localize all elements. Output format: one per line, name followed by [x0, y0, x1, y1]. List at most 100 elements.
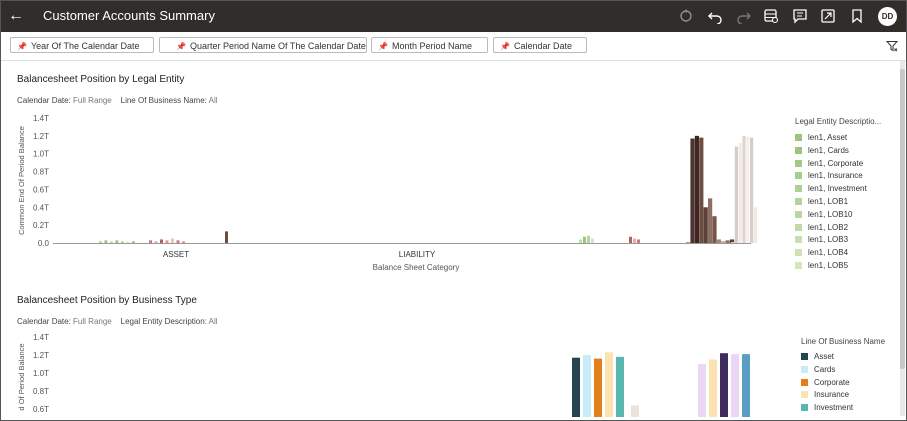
- bar: [99, 241, 102, 243]
- legend-label: len1, Asset: [808, 133, 848, 142]
- bar: [699, 137, 704, 243]
- bar: [738, 143, 742, 243]
- legend-label: len1, Corporate: [808, 158, 864, 168]
- bar: [721, 241, 726, 243]
- filter-pill-month[interactable]: 📌 Month Period Name: [371, 37, 488, 53]
- bar: [631, 405, 639, 417]
- vertical-scrollbar[interactable]: [900, 61, 905, 416]
- bar: [709, 359, 717, 417]
- y-tick-label: 1.4T: [33, 333, 49, 342]
- legend-item-legal-entity[interactable]: len1, LOB1: [795, 197, 848, 207]
- legend-label: Insurance: [814, 390, 850, 400]
- legend-item-legal-entity[interactable]: len1, Investment: [795, 184, 867, 194]
- legend-label: len1, LOB2: [808, 222, 849, 232]
- legend-swatch: [795, 198, 802, 205]
- bar: [725, 240, 730, 243]
- chart-legal-entity[interactable]: 0.0 0.2T 0.4T 0.6T 0.8T 1.0T 1.2T 1.4T Common En…: [11, 109, 781, 279]
- legend-label: len1, LOB4: [808, 248, 849, 258]
- legend-title-business-type: Line Of Business Name: [801, 337, 886, 346]
- legend-swatch: [801, 391, 808, 399]
- legend-item-legal-entity[interactable]: len1, Cards: [795, 146, 849, 156]
- legend-swatch: [795, 262, 802, 269]
- legend-item-business-type[interactable]: Corporate: [801, 378, 850, 388]
- y-axis-title: d Of Period Balance: [17, 343, 26, 410]
- legend-label: len1, LOB1: [808, 197, 849, 206]
- legend-swatch: [801, 378, 808, 386]
- pin-icon: 📌: [378, 42, 388, 51]
- legend-item-business-type[interactable]: Cards: [801, 365, 835, 375]
- chart-filter-summary-legal-entity: Calendar Date: Full Range Line Of Busine…: [17, 96, 218, 105]
- legend-swatch: [801, 404, 808, 412]
- y-tick-label: 0.6T: [33, 185, 49, 194]
- legend-item-legal-entity[interactable]: len1, Asset: [795, 133, 847, 143]
- y-tick-label: 0.2T: [33, 221, 49, 230]
- legend-item-legal-entity[interactable]: len1, LOB4: [795, 248, 848, 258]
- y-tick-label: 0.8T: [33, 387, 49, 396]
- legend-item-legal-entity[interactable]: len1, Insurance: [795, 171, 863, 181]
- y-tick-label: 1.0T: [33, 369, 49, 378]
- scrollbar-thumb[interactable]: [900, 69, 905, 369]
- legend-item-business-type[interactable]: Asset: [801, 352, 834, 362]
- legend-title-legal-entity: Legal Entity Descriptio...: [795, 117, 882, 126]
- bar: [149, 240, 152, 243]
- redo-icon[interactable]: [736, 8, 752, 24]
- bar: [742, 135, 746, 243]
- chart-filter-summary-business-type: Calendar Date: Full Range Legal Entity D…: [17, 317, 218, 326]
- legend-swatch: [795, 236, 802, 244]
- comment-icon[interactable]: [792, 8, 808, 24]
- bar: [176, 240, 180, 243]
- bar: [703, 207, 708, 243]
- legend-item-business-type[interactable]: Investment: [801, 403, 853, 413]
- legend-swatch: [795, 134, 802, 141]
- bookmark-icon[interactable]: [849, 8, 865, 24]
- bar: [110, 241, 113, 243]
- bar: [694, 135, 699, 243]
- bar: [587, 235, 590, 243]
- y-tick-label: 0.6T: [33, 405, 49, 414]
- data-settings-icon[interactable]: [763, 8, 779, 24]
- chart-business-type[interactable]: 0.6T 0.8T 1.0T 1.2T 1.4T d Of Period Balance: [11, 329, 781, 417]
- legend-label: len1, Cards: [808, 145, 849, 155]
- export-icon[interactable]: [820, 8, 836, 24]
- filter-pill-calendar-date[interactable]: 📌 Calendar Date: [493, 37, 587, 53]
- bar: [583, 355, 591, 417]
- bar: [572, 357, 580, 417]
- bar: [712, 216, 717, 243]
- back-arrow-icon[interactable]: ←: [7, 5, 25, 27]
- x-category-label: LIABILITY: [399, 250, 436, 259]
- filter-pill-year[interactable]: 📌 Year Of The Calendar Date: [10, 37, 154, 53]
- legend-label: len1, LOB10: [808, 209, 853, 219]
- bar: [160, 239, 163, 243]
- filter-icon[interactable]: [886, 40, 898, 52]
- bar: [637, 239, 640, 243]
- bar: [121, 241, 124, 243]
- pin-icon: 📌: [17, 42, 27, 51]
- undo-icon[interactable]: [707, 8, 723, 24]
- y-tick-label: 0.0: [38, 239, 50, 248]
- legend-item-legal-entity[interactable]: len1, Corporate: [795, 159, 863, 169]
- legend-swatch: [795, 210, 802, 218]
- y-tick-label: 1.2T: [33, 132, 49, 141]
- legend-item-legal-entity[interactable]: len1, LOB10: [795, 210, 852, 220]
- legend-label: len1, Investment: [808, 184, 867, 194]
- y-tick-label: 1.0T: [33, 150, 49, 159]
- bar: [686, 242, 691, 243]
- legend-item-legal-entity[interactable]: len1, LOB5: [795, 261, 848, 271]
- user-avatar[interactable]: DD: [878, 7, 897, 26]
- bar: [171, 238, 174, 243]
- filter-bar: 📌 Year Of The Calendar Date 📌 Quarter Peri…: [1, 32, 906, 61]
- bar: [616, 356, 624, 417]
- filter-pill-quarter[interactable]: 📌 Quarter Period Name Of The Calendar Dat…: [159, 37, 367, 53]
- refresh-icon[interactable]: [678, 8, 694, 24]
- bar: [731, 354, 739, 417]
- legend-item-legal-entity[interactable]: len1, LOB3: [795, 235, 848, 245]
- pin-icon: 📌: [500, 42, 510, 51]
- legend-item-legal-entity[interactable]: len1, LOB2: [795, 223, 848, 233]
- bar: [104, 240, 108, 243]
- legend-label: len1, LOB3: [808, 235, 849, 245]
- bar: [731, 242, 735, 243]
- bar: [753, 207, 757, 243]
- bar: [225, 231, 228, 243]
- y-axis-title: Common End Of Period Balance: [17, 126, 26, 235]
- legend-item-business-type[interactable]: Insurance: [801, 390, 849, 400]
